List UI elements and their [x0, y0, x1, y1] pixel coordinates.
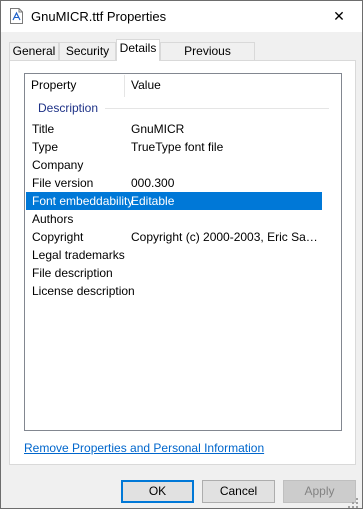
list-item-company[interactable]: Company — [26, 156, 322, 174]
ttf-file-icon — [10, 8, 23, 24]
column-header: Property Value — [25, 74, 341, 97]
tab-general[interactable]: General — [9, 42, 59, 61]
property-key: License description — [32, 284, 135, 298]
list-item-copyright[interactable]: Copyright Copyright (c) 2000-2003, Eric … — [26, 228, 322, 246]
list-item-font-embeddability[interactable]: Font embeddability Editable — [26, 192, 322, 210]
list-item-legal-trademarks[interactable]: Legal trademarks — [26, 246, 322, 264]
column-value-header[interactable]: Value — [131, 78, 161, 92]
list-item-title[interactable]: Title GnuMICR — [26, 120, 322, 138]
list-item-type[interactable]: Type TrueType font file — [26, 138, 322, 156]
column-separator[interactable] — [124, 75, 125, 97]
properties-list[interactable]: Property Value Description Title GnuMICR… — [24, 73, 342, 431]
properties-dialog: GnuMICR.ttf Properties ✕ General Securit… — [0, 0, 363, 509]
property-key: Font embeddability — [32, 194, 134, 208]
list-item-license-description[interactable]: License description — [26, 282, 322, 300]
group-divider — [105, 108, 329, 109]
tab-security[interactable]: Security — [59, 42, 116, 61]
title-bar[interactable]: GnuMICR.ttf Properties ✕ — [1, 1, 362, 32]
property-key: Authors — [32, 212, 74, 226]
tab-details[interactable]: Details — [116, 39, 160, 61]
property-value: 000.300 — [131, 176, 175, 190]
list-item-file-version[interactable]: File version 000.300 — [26, 174, 322, 192]
apply-button[interactable]: Apply — [283, 480, 356, 503]
property-value: GnuMICR — [131, 122, 185, 136]
group-description-title: Description — [38, 101, 99, 115]
close-button[interactable]: ✕ — [316, 1, 362, 32]
list-item-file-description[interactable]: File description — [26, 264, 322, 282]
details-panel: Property Value Description Title GnuMICR… — [9, 60, 356, 465]
property-value: Editable — [131, 194, 175, 208]
property-key: Company — [32, 158, 84, 172]
resize-grip-icon[interactable] — [348, 498, 358, 508]
property-value: TrueType font file — [131, 140, 224, 154]
remove-properties-link[interactable]: Remove Properties and Personal Informati… — [24, 441, 264, 455]
property-key: File description — [32, 266, 113, 280]
column-property-header[interactable]: Property — [31, 78, 125, 94]
window-title: GnuMICR.ttf Properties — [31, 9, 167, 24]
close-icon: ✕ — [333, 8, 345, 24]
cancel-button[interactable]: Cancel — [202, 480, 275, 503]
tab-strip: General Security Details Previous Versio… — [9, 39, 356, 75]
property-key: Legal trademarks — [32, 248, 125, 262]
property-value: Copyright (c) 2000-2003, Eric Sandee... — [131, 230, 321, 244]
property-key: Type — [32, 140, 59, 154]
property-key: Copyright — [32, 230, 84, 244]
property-key: Title — [32, 122, 55, 136]
list-item-authors[interactable]: Authors — [26, 210, 322, 228]
property-key: File version — [32, 176, 94, 190]
tab-previous-versions[interactable]: Previous Versions — [160, 42, 255, 75]
ok-button[interactable]: OK — [121, 480, 194, 503]
